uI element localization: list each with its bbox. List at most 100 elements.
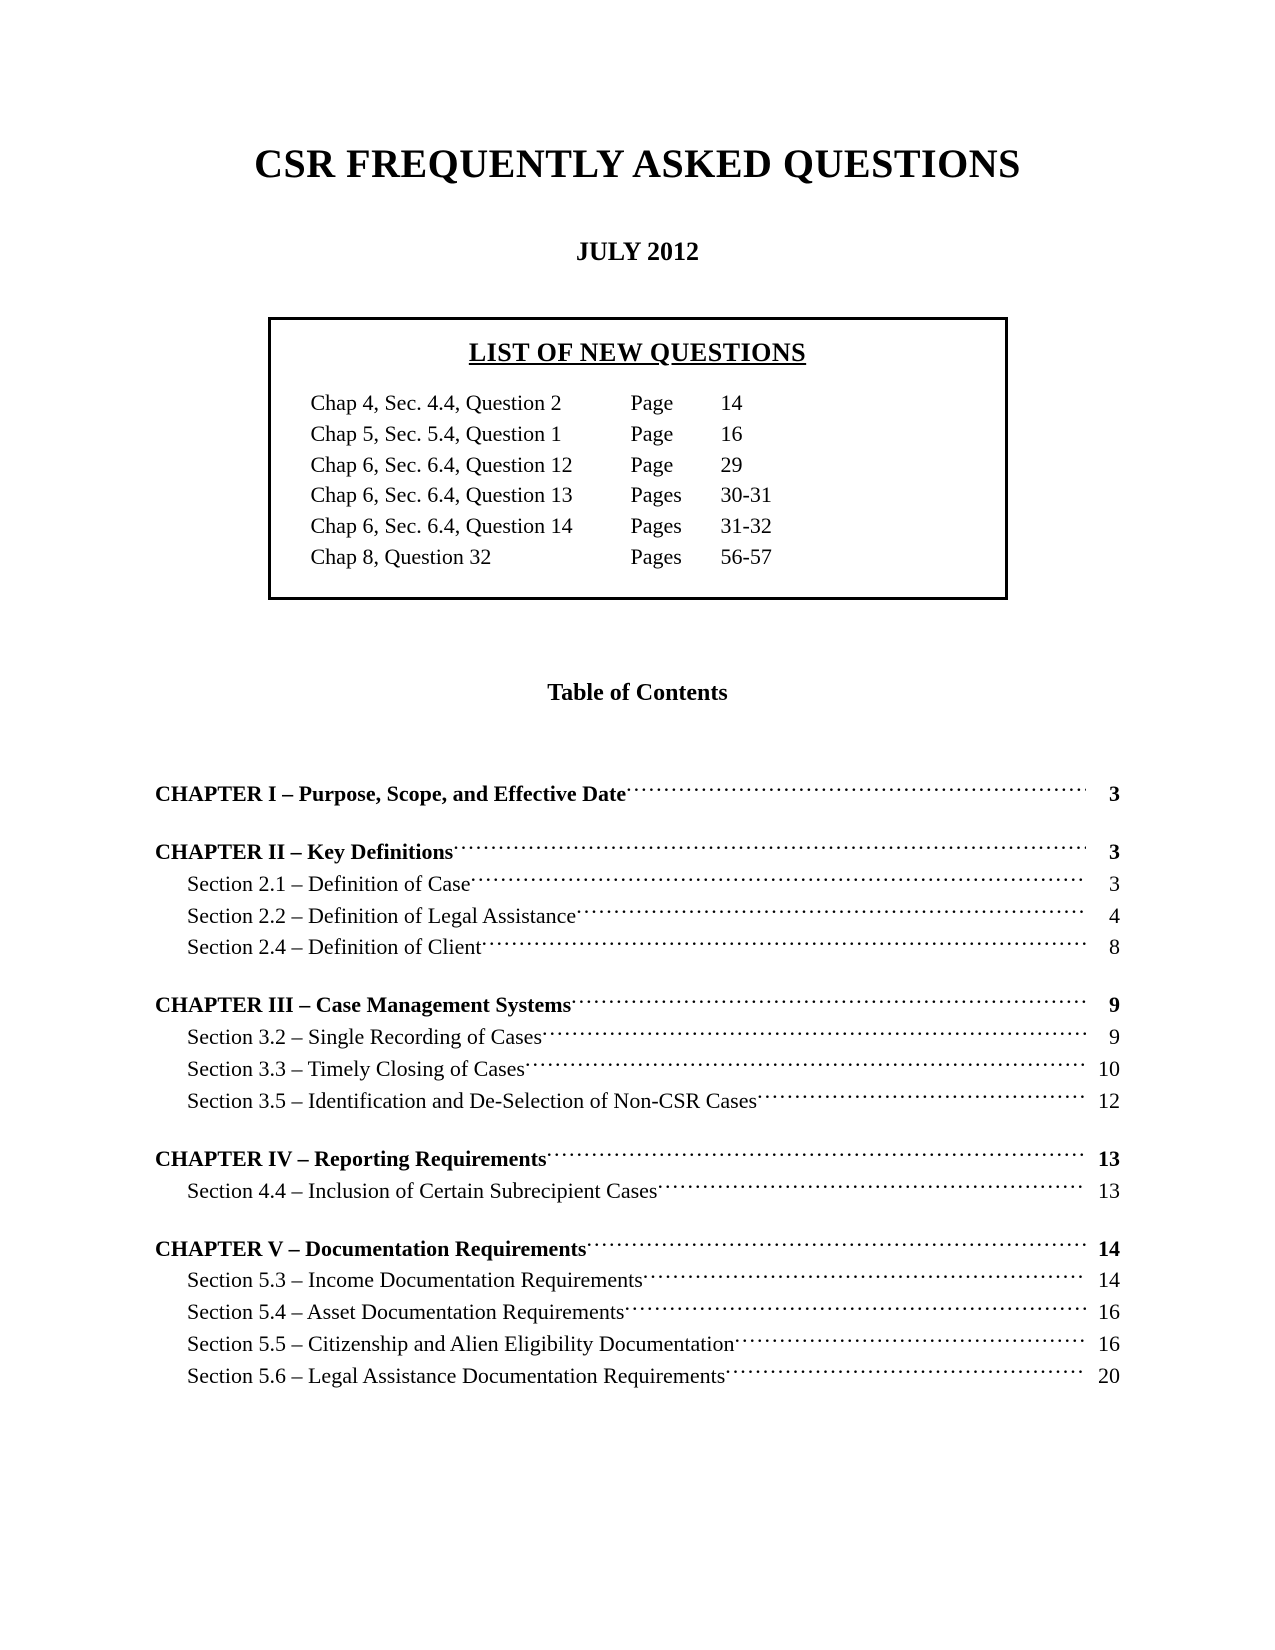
toc-section-page: 14	[1086, 1265, 1120, 1295]
toc-block: CHAPTER II – Key Definitions3Section 2.1…	[155, 835, 1120, 963]
toc-section-row: Section 5.5 – Citizenship and Alien Elig…	[155, 1327, 1120, 1359]
new-question-page-number: 56-57	[721, 542, 801, 573]
new-question-row: Chap 5, Sec. 5.4, Question 1Page16	[311, 419, 965, 450]
new-question-label: Chap 8, Question 32	[311, 542, 631, 573]
toc-chapter-row: CHAPTER II – Key Definitions 3	[155, 835, 1120, 867]
toc-section-page: 16	[1086, 1297, 1120, 1327]
toc-section-label: Section 2.4 – Definition of Client	[155, 932, 482, 962]
toc-block: CHAPTER IV – Reporting Requirements 13 Sec…	[155, 1142, 1120, 1206]
toc-chapter-page: 3	[1086, 779, 1120, 809]
toc-chapter-page: 9	[1086, 990, 1120, 1020]
toc-leader	[643, 1263, 1086, 1287]
new-question-page-word: Pages	[631, 511, 721, 542]
toc-section-page: 12	[1086, 1086, 1120, 1116]
toc-section-page: 20	[1086, 1361, 1120, 1391]
toc-chapter-row: CHAPTER IV – Reporting Requirements 13	[155, 1142, 1120, 1174]
toc-leader	[571, 988, 1086, 1012]
new-question-page-number: 29	[721, 450, 801, 481]
toc-leader	[625, 1295, 1087, 1319]
toc-chapter-label: CHAPTER I – Purpose, Scope, and Effectiv…	[155, 779, 626, 809]
toc-heading: Table of Contents	[155, 680, 1120, 707]
toc-section-row: Section 4.4 – Inclusion of Certain Subre…	[155, 1174, 1120, 1206]
toc-section-label: Section 5.4 – Asset Documentation Requir…	[155, 1297, 625, 1327]
new-question-row: Chap 6, Sec. 6.4, Question 12Page29	[311, 450, 965, 481]
toc-section-page: 13	[1086, 1176, 1120, 1206]
toc-section-row: Section 3.2 – Single Recording of Cases 9	[155, 1020, 1120, 1052]
toc-leader	[453, 835, 1086, 859]
toc-chapter-row: CHAPTER I – Purpose, Scope, and Effectiv…	[155, 777, 1120, 809]
toc-section-label: Section 3.5 – Identification and De-Sele…	[155, 1086, 757, 1116]
toc-chapter-row: CHAPTER III – Case Management Systems 9	[155, 988, 1120, 1020]
toc-leader	[657, 1174, 1086, 1198]
toc-chapter-row: CHAPTER V – Documentation Requirements 14	[155, 1231, 1120, 1263]
toc-section-page: 3	[1086, 869, 1120, 899]
toc-leader	[586, 1231, 1086, 1255]
new-question-label: Chap 6, Sec. 6.4, Question 12	[311, 450, 631, 481]
toc-section-row: Section 2.1 – Definition of Case 3	[155, 867, 1120, 899]
toc-section-page: 8	[1086, 932, 1120, 962]
new-question-page-number: 30-31	[721, 480, 801, 511]
toc-section-row: Section 3.3 – Timely Closing of Cases 10	[155, 1052, 1120, 1084]
toc-chapter-page: 3	[1086, 837, 1120, 867]
toc-chapter-label: CHAPTER III – Case Management Systems	[155, 990, 571, 1020]
document-subtitle: JULY 2012	[155, 237, 1120, 267]
toc-section-page: 9	[1086, 1022, 1120, 1052]
toc-leader	[757, 1084, 1086, 1108]
toc-section-label: Section 5.5 – Citizenship and Alien Elig…	[155, 1329, 735, 1359]
new-question-page-word: Pages	[631, 542, 721, 573]
toc-leader	[525, 1052, 1086, 1076]
new-question-page-word: Page	[631, 388, 721, 419]
new-question-page-word: Page	[631, 419, 721, 450]
toc-leader	[547, 1142, 1086, 1166]
new-questions-heading: LIST OF NEW QUESTIONS	[311, 338, 965, 368]
document-title: CSR FREQUENTLY ASKED QUESTIONS	[155, 140, 1120, 187]
new-question-row: Chap 8, Question 32Pages56-57	[311, 542, 965, 573]
new-question-row: Chap 4, Sec. 4.4, Question 2Page14	[311, 388, 965, 419]
toc-chapter-page: 14	[1086, 1234, 1120, 1264]
new-question-row: Chap 6, Sec. 6.4, Question 13Pages30-31	[311, 480, 965, 511]
new-question-label: Chap 6, Sec. 6.4, Question 13	[311, 480, 631, 511]
toc-section-label: Section 2.1 – Definition of Case	[155, 869, 471, 899]
toc-section-label: Section 4.4 – Inclusion of Certain Subre…	[155, 1176, 657, 1206]
toc-section-row: Section 3.5 – Identification and De-Sele…	[155, 1084, 1120, 1116]
new-questions-box: LIST OF NEW QUESTIONS Chap 4, Sec. 4.4, …	[268, 317, 1008, 600]
toc-leader	[626, 777, 1086, 801]
toc-section-label: Section 5.6 – Legal Assistance Documenta…	[155, 1361, 725, 1391]
toc-section-page: 10	[1086, 1054, 1120, 1084]
toc-section-row: Section 2.2 – Definition of Legal Assist…	[155, 898, 1120, 930]
toc-block: CHAPTER V – Documentation Requirements 14…	[155, 1231, 1120, 1390]
new-question-row: Chap 6, Sec. 6.4, Question 14Pages31-32	[311, 511, 965, 542]
toc-chapter-page: 13	[1086, 1144, 1120, 1174]
toc-section-label: Section 3.2 – Single Recording of Cases	[155, 1022, 542, 1052]
toc-leader	[725, 1359, 1086, 1383]
toc-section-row: Section 5.4 – Asset Documentation Requir…	[155, 1295, 1120, 1327]
toc-section-row: Section 5.6 – Legal Assistance Documenta…	[155, 1359, 1120, 1391]
toc-section-label: Section 3.3 – Timely Closing of Cases	[155, 1054, 525, 1084]
new-question-label: Chap 5, Sec. 5.4, Question 1	[311, 419, 631, 450]
toc-block: CHAPTER III – Case Management Systems9Se…	[155, 988, 1120, 1116]
toc-leader	[735, 1327, 1087, 1351]
toc-container: CHAPTER I – Purpose, Scope, and Effectiv…	[155, 777, 1120, 1391]
toc-section-page: 16	[1086, 1329, 1120, 1359]
new-question-page-word: Pages	[631, 480, 721, 511]
toc-section-label: Section 2.2 – Definition of Legal Assist…	[155, 901, 576, 931]
toc-leader	[482, 930, 1086, 954]
toc-chapter-label: CHAPTER V – Documentation Requirements	[155, 1234, 586, 1264]
toc-chapter-label: CHAPTER IV – Reporting Requirements	[155, 1144, 547, 1174]
toc-section-page: 4	[1086, 901, 1120, 931]
toc-chapter-label: CHAPTER II – Key Definitions	[155, 837, 453, 867]
new-question-page-word: Page	[631, 450, 721, 481]
toc-section-row: Section 2.4 – Definition of Client 8	[155, 930, 1120, 962]
new-question-page-number: 14	[721, 388, 801, 419]
new-question-label: Chap 6, Sec. 6.4, Question 14	[311, 511, 631, 542]
new-questions-list: Chap 4, Sec. 4.4, Question 2Page14Chap 5…	[311, 388, 965, 573]
toc-section-label: Section 5.3 – Income Documentation Requi…	[155, 1265, 643, 1295]
toc-leader	[471, 867, 1086, 891]
new-question-label: Chap 4, Sec. 4.4, Question 2	[311, 388, 631, 419]
toc-section-row: Section 5.3 – Income Documentation Requi…	[155, 1263, 1120, 1295]
toc-leader	[542, 1020, 1086, 1044]
new-question-page-number: 16	[721, 419, 801, 450]
toc-leader	[576, 898, 1086, 922]
toc-block: CHAPTER I – Purpose, Scope, and Effectiv…	[155, 777, 1120, 809]
new-question-page-number: 31-32	[721, 511, 801, 542]
